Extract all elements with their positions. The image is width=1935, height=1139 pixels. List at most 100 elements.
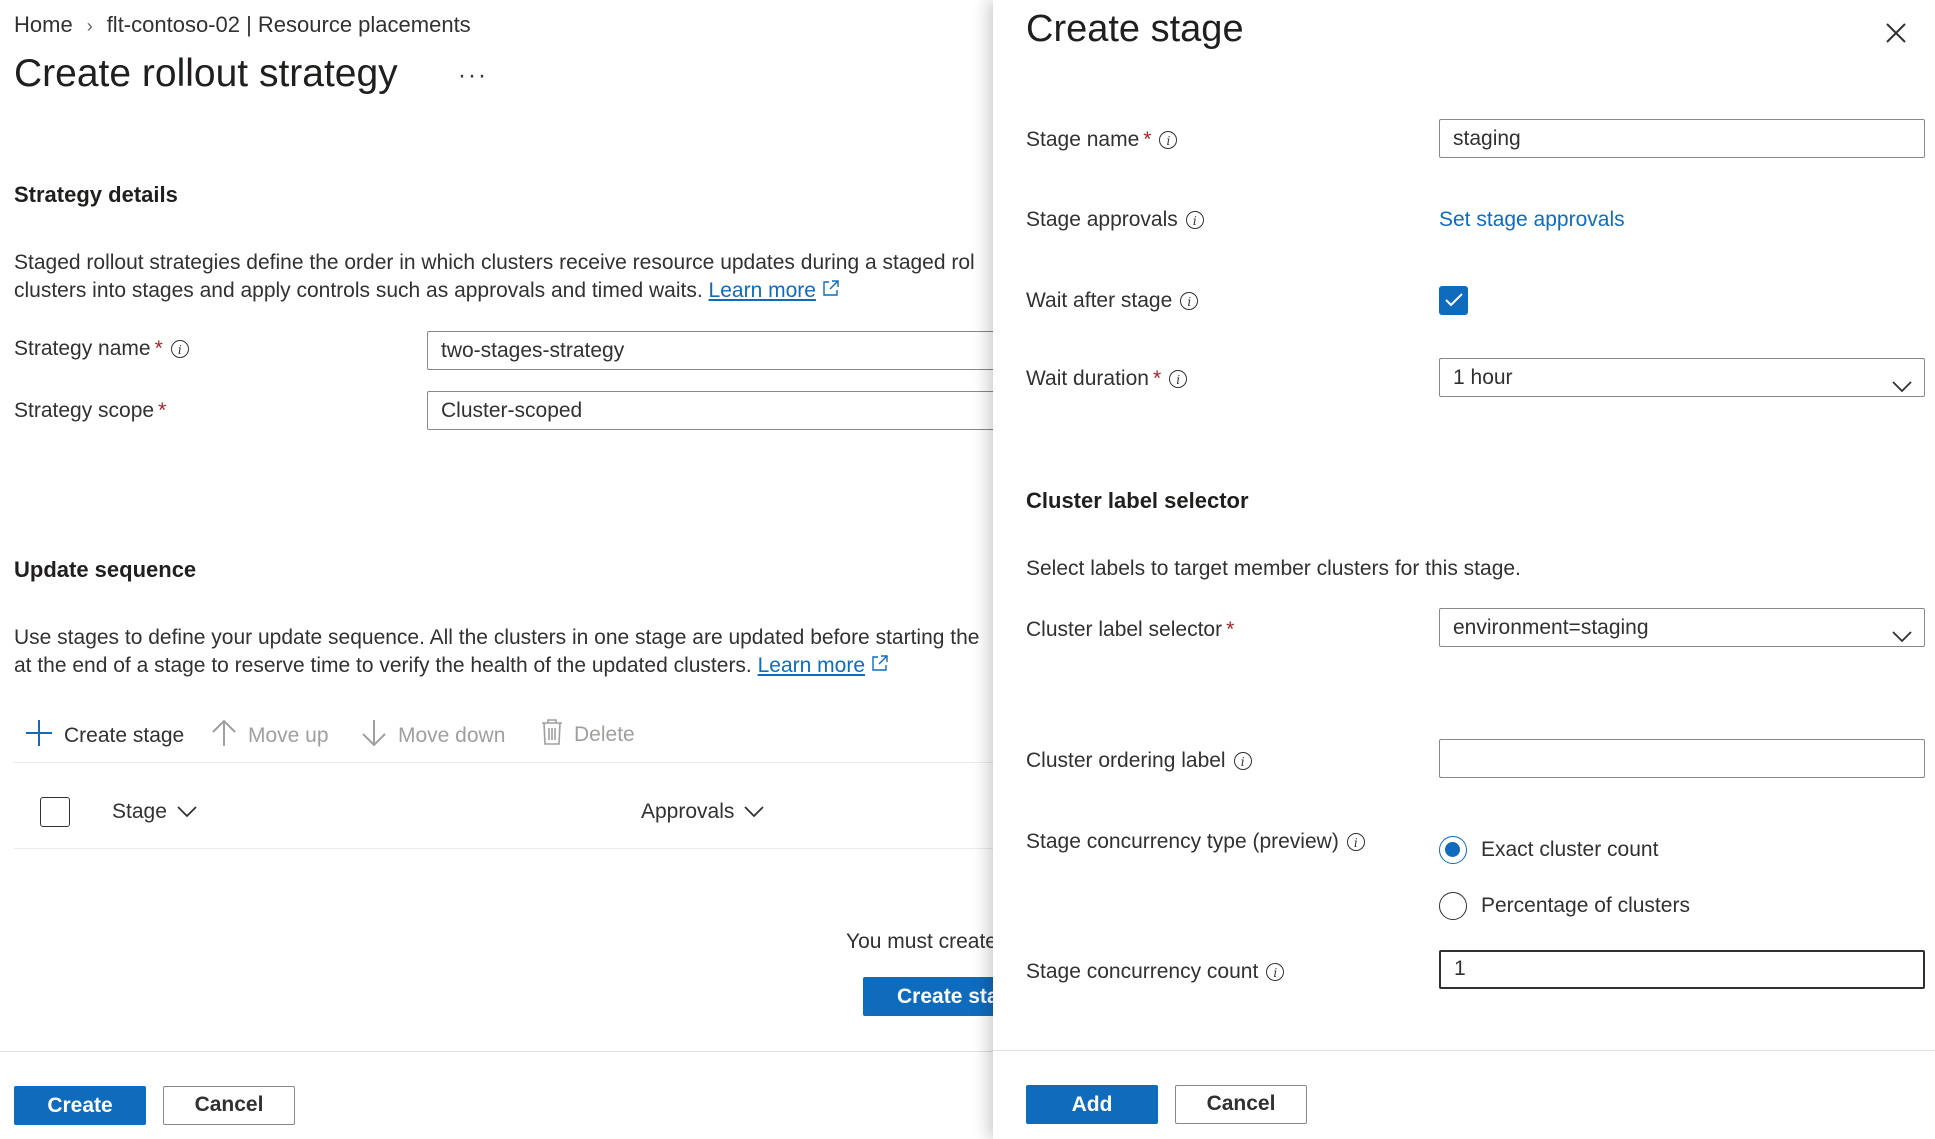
info-icon[interactable]: i [1266, 963, 1285, 982]
column-header-stage[interactable]: Stage [112, 800, 197, 824]
trash-icon [540, 718, 564, 752]
more-options-icon[interactable]: ··· [458, 62, 488, 90]
cluster-selector-heading: Cluster label selector [1026, 488, 1249, 513]
breadcrumb-home[interactable]: Home [14, 12, 73, 37]
radio-button-selected[interactable] [1439, 836, 1467, 864]
strategy-name-input[interactable]: two-stages-strategy [427, 331, 1007, 370]
move-up-button[interactable]: Move up [210, 718, 329, 754]
concurrency-type-label-text: Stage concurrency type (preview) [1026, 830, 1339, 853]
info-icon[interactable]: i [1185, 211, 1204, 230]
move-down-button[interactable]: Move down [360, 718, 505, 754]
concurrency-count-input[interactable]: 1 [1439, 950, 1925, 989]
cluster-ordering-input[interactable] [1439, 739, 1925, 778]
learn-more-link[interactable]: Learn more [709, 279, 816, 302]
required-asterisk: * [154, 337, 163, 360]
table-header-divider [14, 848, 993, 849]
arrow-up-icon [210, 718, 238, 754]
radio-exact-cluster-count[interactable]: Exact cluster count [1439, 836, 1658, 864]
concurrency-type-label: Stage concurrency type (preview) i [1026, 830, 1365, 854]
update-sequence-description: Use stages to define your update sequenc… [14, 624, 979, 680]
required-asterisk: * [158, 399, 167, 422]
cluster-label-selector-label-text: Cluster label selector [1026, 618, 1223, 641]
cluster-label-selector-value: environment=staging [1453, 616, 1649, 639]
cluster-ordering-label: Cluster ordering label i [1026, 749, 1252, 773]
info-icon[interactable]: i [1159, 131, 1178, 150]
chevron-down-icon [1892, 618, 1912, 655]
update-sequence-description-line1: Use stages to define your update sequenc… [14, 626, 980, 649]
stage-name-label-text: Stage name [1026, 128, 1140, 151]
column-stage-label: Stage [112, 800, 167, 823]
panel-cancel-button[interactable]: Cancel [1175, 1085, 1307, 1124]
cluster-selector-description: Select labels to target member clusters … [1026, 557, 1521, 580]
concurrency-count-label-text: Stage concurrency count [1026, 960, 1259, 983]
wait-duration-value: 1 hour [1453, 366, 1513, 389]
wait-duration-label-text: Wait duration [1026, 367, 1149, 390]
panel-title: Create stage [1026, 8, 1244, 50]
wait-duration-dropdown[interactable]: 1 hour [1439, 358, 1925, 397]
column-header-approvals[interactable]: Approvals [641, 800, 765, 824]
radio-percentage-of-clusters[interactable]: Percentage of clusters [1439, 892, 1690, 920]
strategy-scope-label-text: Strategy scope [14, 399, 155, 422]
breadcrumb-resource-placements[interactable]: flt-contoso-02 | Resource placements [107, 12, 471, 37]
column-approvals-label: Approvals [641, 800, 735, 823]
move-up-label: Move up [248, 724, 329, 747]
toolbar-divider [14, 762, 993, 763]
info-icon[interactable]: i [170, 340, 189, 359]
breadcrumb-separator-icon: › [86, 16, 93, 36]
description-text: at the end of a stage to reserve time to… [14, 654, 752, 677]
cluster-ordering-label-text: Cluster ordering label [1026, 749, 1226, 772]
stage-approvals-label: Stage approvals i [1026, 208, 1204, 232]
select-all-checkbox[interactable] [40, 797, 70, 827]
wait-after-stage-label: Wait after stage i [1026, 289, 1199, 313]
strategy-details-description: Staged rollout strategies define the ord… [14, 249, 975, 305]
stage-approvals-label-text: Stage approvals [1026, 208, 1178, 231]
add-icon [24, 718, 54, 754]
add-button[interactable]: Add [1026, 1085, 1158, 1124]
strategy-details-description-line2: clusters into stages and apply controls … [14, 277, 975, 305]
info-icon[interactable]: i [1169, 370, 1188, 389]
radio-label: Exact cluster count [1481, 838, 1659, 861]
checkmark-icon [1444, 289, 1463, 313]
concurrency-count-label: Stage concurrency count i [1026, 960, 1285, 984]
stage-name-label: Stage name * i [1026, 128, 1178, 152]
breadcrumb: Home › flt-contoso-02 | Resource placement… [14, 12, 471, 38]
arrow-down-icon [360, 718, 388, 754]
strategy-details-description-line1: Staged rollout strategies define the ord… [14, 251, 975, 274]
create-stage-label: Create stage [64, 724, 185, 747]
required-asterisk: * [1152, 367, 1162, 390]
required-asterisk: * [1143, 128, 1152, 151]
wait-duration-label: Wait duration * i [1026, 367, 1188, 391]
info-icon[interactable]: i [1180, 292, 1199, 311]
create-stage-button[interactable]: Create stage [24, 718, 184, 754]
chevron-down-icon [744, 800, 765, 824]
strategy-details-heading: Strategy details [14, 182, 178, 207]
delete-button[interactable]: Delete [540, 718, 635, 752]
external-link-icon [871, 652, 888, 680]
chevron-down-icon [177, 800, 197, 824]
empty-create-stage-button[interactable]: Create sta [863, 977, 1013, 1016]
wait-after-stage-checkbox[interactable] [1439, 286, 1468, 315]
wait-after-stage-label-text: Wait after stage [1026, 289, 1173, 312]
footer-divider [0, 1051, 993, 1052]
cancel-button[interactable]: Cancel [163, 1086, 295, 1125]
external-link-icon [822, 277, 839, 305]
strategy-name-label-text: Strategy name [14, 337, 151, 360]
empty-state-text: You must create [846, 930, 997, 953]
cluster-label-selector-dropdown[interactable]: environment=staging [1439, 608, 1925, 647]
stage-name-input[interactable]: staging [1439, 119, 1925, 158]
info-icon[interactable]: i [1346, 833, 1365, 852]
move-down-label: Move down [398, 724, 506, 747]
info-icon[interactable]: i [1233, 752, 1252, 771]
close-icon[interactable] [1885, 22, 1907, 50]
learn-more-link[interactable]: Learn more [758, 654, 865, 677]
cluster-label-selector-label: Cluster label selector * [1026, 618, 1234, 642]
create-stage-panel: Create stage Stage name * i staging Stage … [993, 0, 1935, 1139]
strategy-name-label: Strategy name * i [14, 337, 189, 361]
set-stage-approvals-link[interactable]: Set stage approvals [1439, 208, 1625, 232]
strategy-scope-dropdown[interactable]: Cluster-scoped [427, 391, 1007, 430]
radio-button[interactable] [1439, 892, 1467, 920]
create-button[interactable]: Create [14, 1086, 146, 1125]
radio-label: Percentage of clusters [1481, 894, 1690, 917]
required-asterisk: * [1226, 618, 1235, 641]
strategy-scope-label: Strategy scope * [14, 399, 166, 423]
